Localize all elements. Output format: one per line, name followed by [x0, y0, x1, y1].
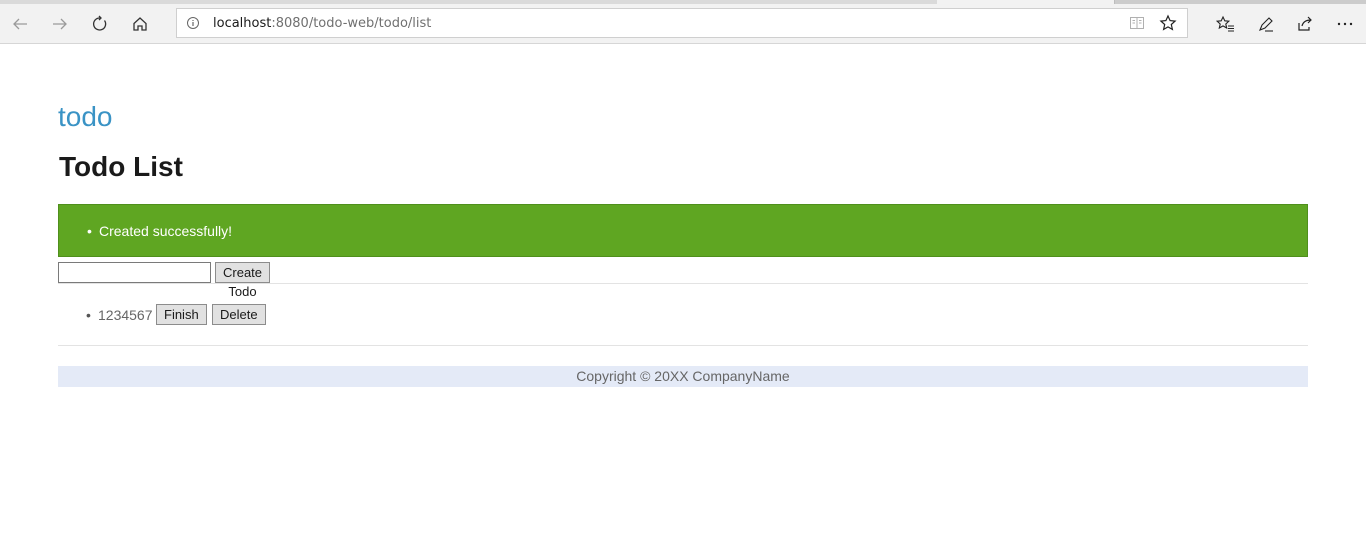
divider [58, 345, 1308, 346]
forward-button[interactable] [47, 11, 73, 37]
favorites-list-icon [1216, 15, 1236, 33]
footer: Copyright © 20XX CompanyName [58, 366, 1308, 387]
address-url[interactable]: localhost:8080/todo-web/todo/list [213, 16, 431, 31]
forward-icon [51, 15, 69, 33]
address-bar[interactable]: localhost:8080/todo-web/todo/list [176, 8, 1188, 38]
delete-button[interactable]: Delete [212, 304, 266, 325]
share-icon [1296, 15, 1314, 33]
share-button[interactable] [1292, 11, 1318, 37]
brand-link[interactable]: todo [58, 100, 113, 134]
url-host: localhost [213, 16, 272, 31]
favorites-button[interactable] [1213, 11, 1239, 37]
back-icon [11, 15, 29, 33]
pen-icon [1257, 15, 1275, 33]
alert-bullet: • [87, 223, 92, 239]
browser-toolbar: localhost:8080/todo-web/todo/list [0, 4, 1366, 44]
alert-message: • Created successfully! [87, 222, 233, 240]
success-alert: • Created successfully! [58, 204, 1308, 257]
todo-title-input[interactable] [58, 262, 211, 283]
back-button[interactable] [7, 11, 33, 37]
reading-view-icon[interactable] [1129, 15, 1145, 36]
finish-button[interactable]: Finish [156, 304, 207, 325]
url-path: :8080/todo-web/todo/list [271, 16, 432, 31]
todo-bullet: • [86, 307, 91, 323]
more-button[interactable] [1332, 11, 1358, 37]
page-title: Todo List [59, 151, 183, 182]
home-button[interactable] [127, 11, 153, 37]
create-todo-button[interactable]: Create Todo [215, 262, 271, 299]
divider [58, 283, 1308, 284]
notes-button[interactable] [1253, 11, 1279, 37]
site-info-icon[interactable] [186, 16, 200, 35]
refresh-icon [91, 15, 109, 33]
alert-text: Created successfully! [99, 223, 233, 239]
todo-text: 1234567 [98, 307, 153, 323]
more-icon [1336, 15, 1354, 33]
refresh-button[interactable] [87, 11, 113, 37]
favorite-star-icon[interactable] [1159, 14, 1177, 37]
home-icon [131, 15, 149, 33]
